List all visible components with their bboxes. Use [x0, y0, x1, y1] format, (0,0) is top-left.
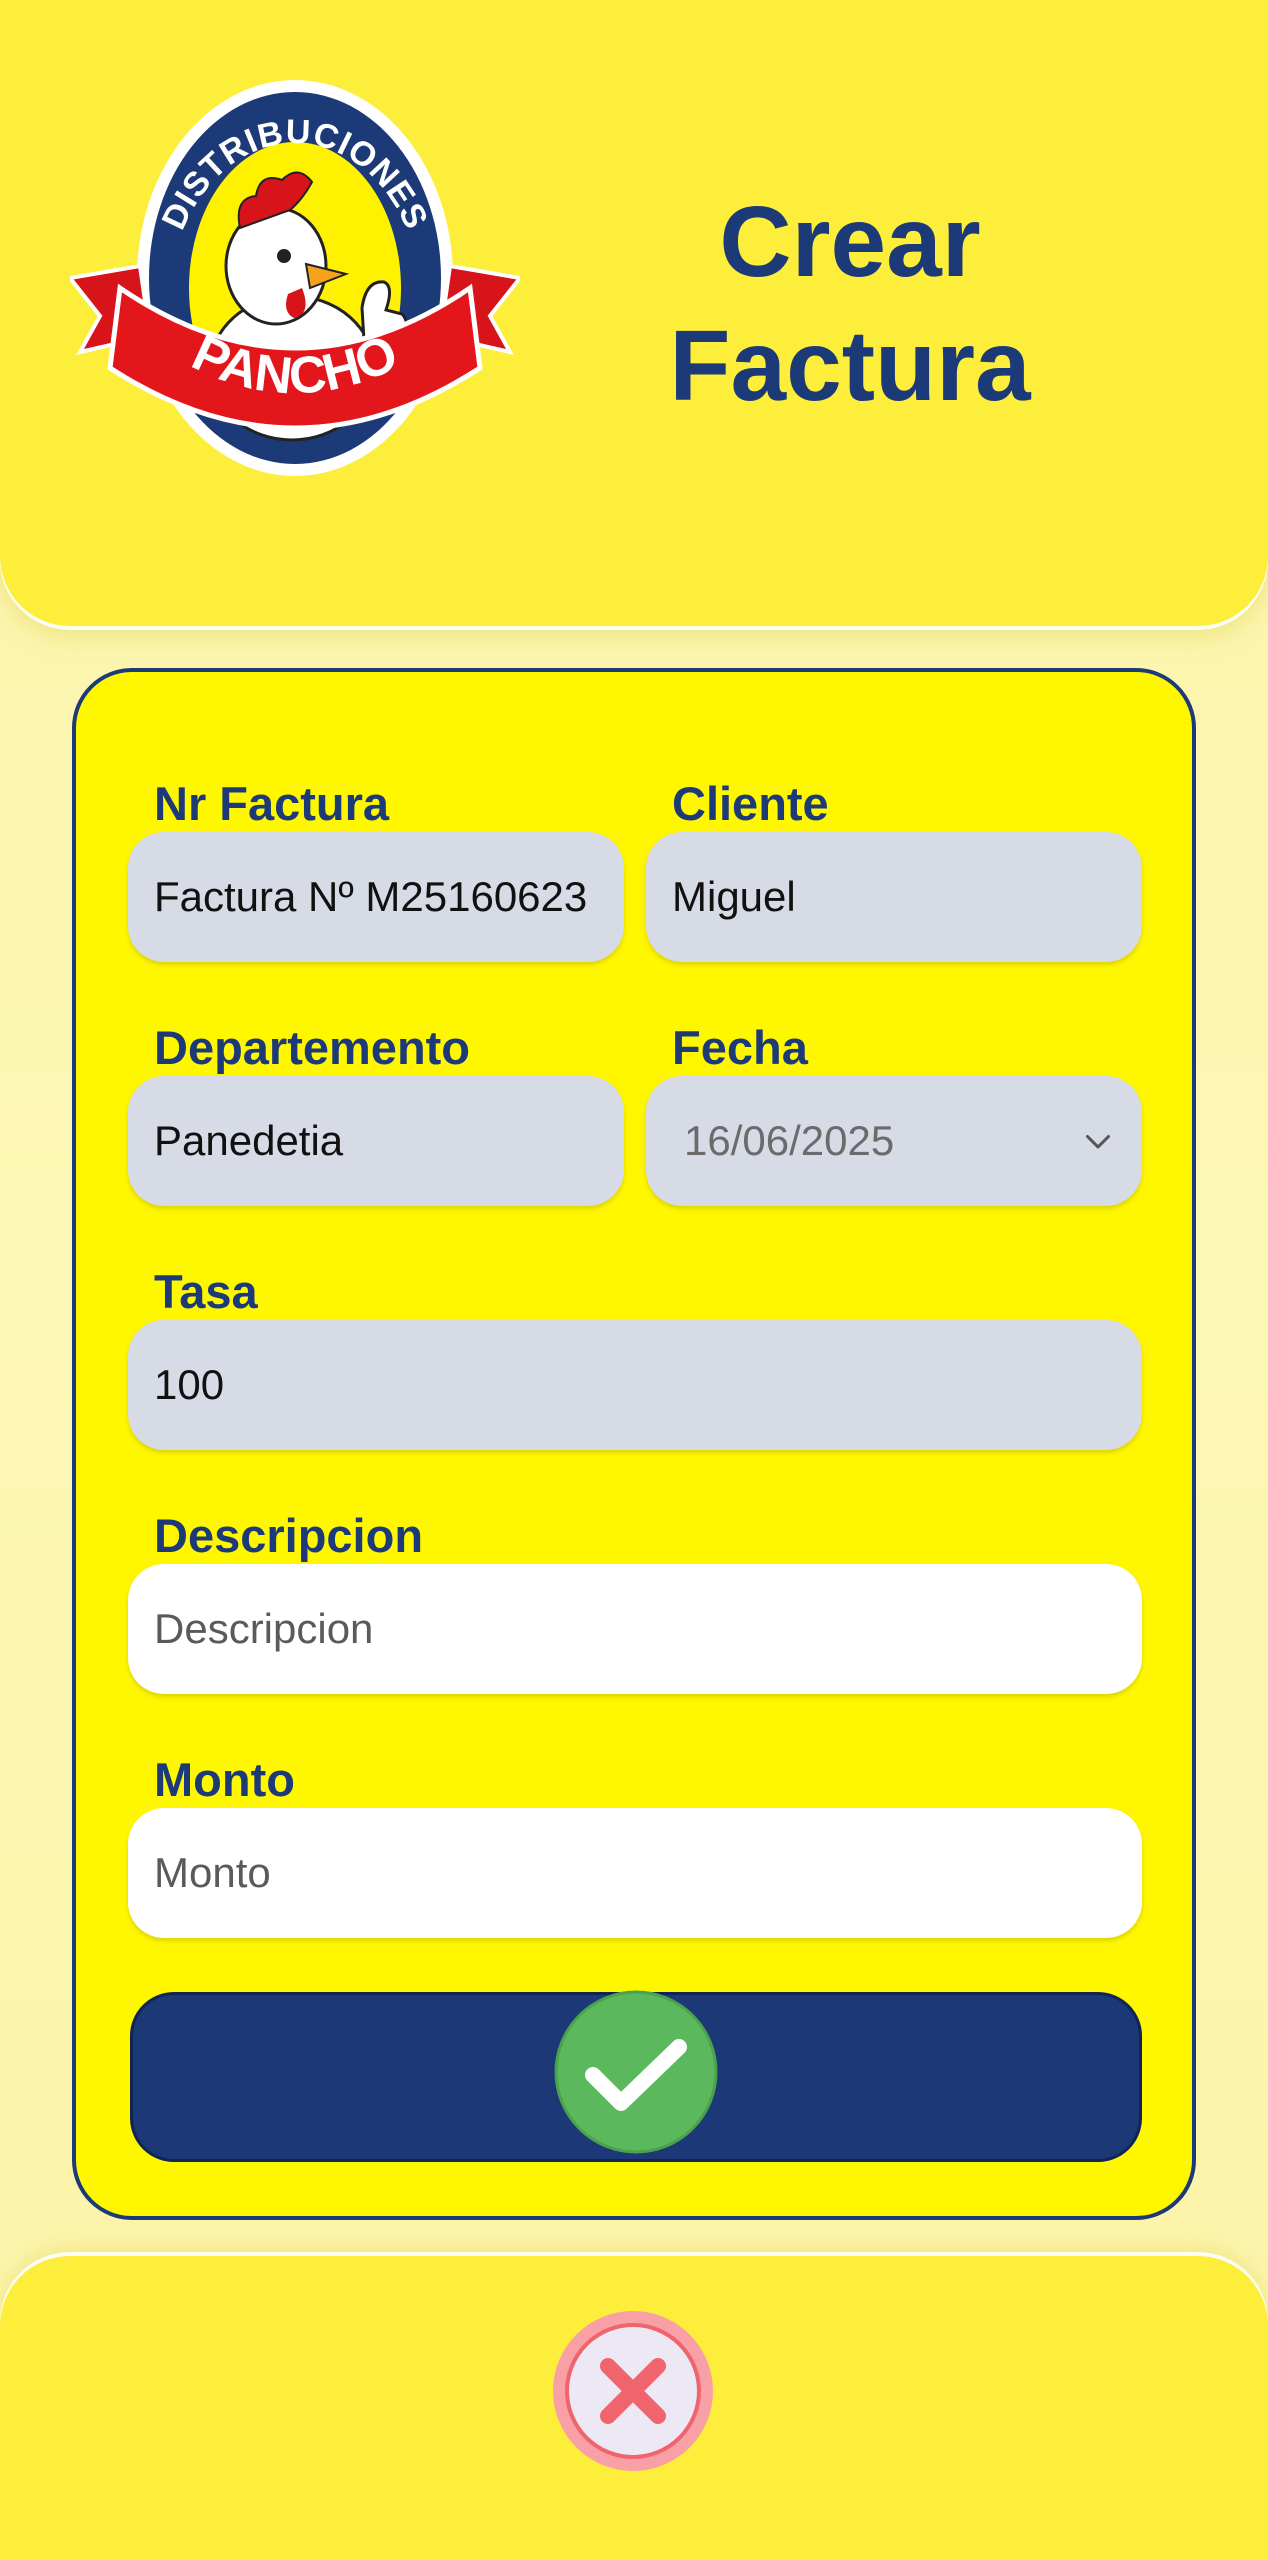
fecha-date-picker[interactable]: 16/06/2025 — [646, 1076, 1142, 1206]
descripcion-input[interactable]: Descripcion — [128, 1564, 1142, 1694]
descripcion-field: Descripcion Descripcion — [128, 1508, 1142, 1698]
submit-button[interactable] — [130, 1990, 1142, 2162]
fecha-label: Fecha — [672, 1021, 808, 1074]
invoice-form: Nr Factura Factura Nº M25160623 Cliente … — [72, 668, 1196, 2220]
monto-field: Monto Monto — [128, 1752, 1142, 1942]
tasa-input[interactable]: 100 — [128, 1320, 1142, 1450]
close-icon[interactable] — [550, 2308, 716, 2474]
fecha-field: Fecha 16/06/2025 — [646, 1020, 1142, 1210]
departamento-field: Departemento Panedetia — [128, 1020, 624, 1210]
cliente-label: Cliente — [672, 777, 829, 830]
check-icon — [554, 1990, 718, 2154]
chevron-down-icon — [1086, 1135, 1110, 1149]
descripcion-label: Descripcion — [154, 1509, 424, 1562]
brand-logo: DISTRIBUCIONES PANCHO — [70, 78, 520, 498]
nr-factura-label: Nr Factura — [154, 777, 390, 830]
page-title-line2: Factura — [669, 310, 1031, 422]
tasa-label: Tasa — [154, 1265, 258, 1318]
tasa-field: Tasa 100 — [128, 1264, 1142, 1454]
page-title-line1: Crear — [719, 186, 981, 298]
monto-input[interactable]: Monto — [128, 1808, 1142, 1938]
departamento-label: Departemento — [154, 1021, 471, 1074]
footer — [0, 2256, 1268, 2560]
nr-factura-field: Nr Factura Factura Nº M25160623 — [128, 776, 624, 966]
departamento-input[interactable]: Panedetia — [128, 1076, 624, 1206]
header: DISTRIBUCIONES PANCHO Crear Factura — [0, 0, 1268, 626]
cliente-field: Cliente Miguel — [646, 776, 1142, 966]
monto-label: Monto — [154, 1753, 295, 1806]
page-title: Crear Factura — [620, 180, 1080, 428]
nr-factura-input[interactable]: Factura Nº M25160623 — [128, 832, 624, 962]
fecha-value: 16/06/2025 — [684, 1117, 895, 1164]
cliente-input[interactable]: Miguel — [646, 832, 1142, 962]
